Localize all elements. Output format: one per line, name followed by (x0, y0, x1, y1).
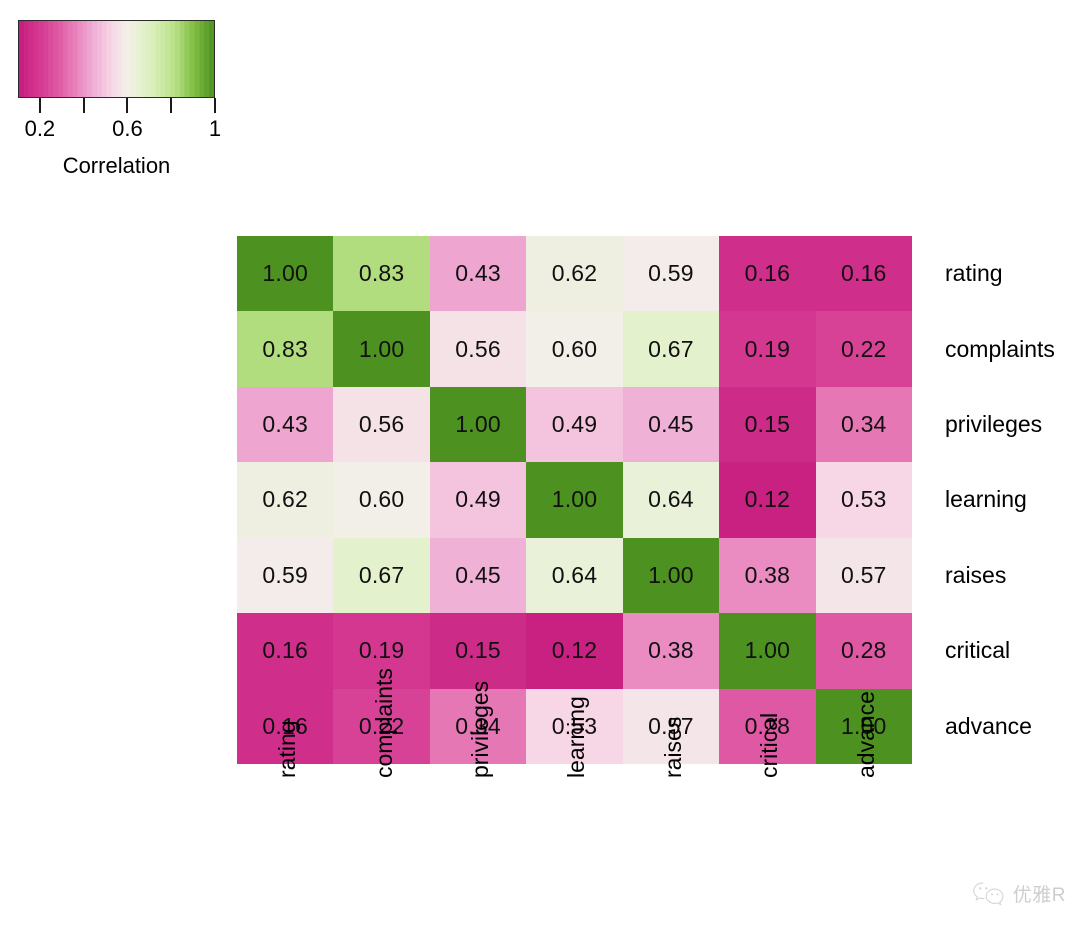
column-label-learning: learning (563, 696, 590, 778)
row-label-advance: advance (945, 712, 1032, 739)
heatmap-cell: 0.22 (815, 311, 912, 387)
heatmap-cell: 0.19 (719, 311, 816, 387)
heatmap-cell: 0.57 (815, 537, 912, 614)
row-label-complaints: complaints (945, 335, 1055, 362)
column-label-critical: critical (756, 712, 783, 778)
colorbar-axis (18, 98, 216, 116)
heatmap-cell: 1.00 (719, 613, 816, 689)
heatmap-cell: 0.59 (622, 236, 720, 312)
column-label-cell: rating (237, 720, 333, 892)
heatmap-cell: 0.56 (429, 311, 527, 387)
colorbar-legend: 0.2 0.6 1 Correlation (13, 20, 225, 180)
heatmap-row-labels: rating complaints privileges learning raises… (945, 236, 1080, 764)
heatmap-cell: 0.12 (526, 613, 623, 689)
column-label-cell: raises (623, 717, 719, 892)
heatmap-cell: 0.67 (622, 311, 720, 387)
heatmap-column-labels: rating complaints privileges learning raises… (237, 668, 912, 892)
column-label-privileges: privileges (467, 680, 494, 778)
heatmap-cell: 0.43 (237, 386, 334, 463)
heatmap-cell: 0.34 (815, 386, 912, 463)
row-label-privileges: privileges (945, 411, 1043, 438)
heatmap-cell: 1.00 (429, 386, 527, 463)
heatmap-cell: 0.64 (526, 537, 623, 614)
heatmap-cell: 0.67 (333, 537, 430, 614)
watermark-text: 优雅R (1012, 885, 1066, 906)
heatmap-cell: 0.62 (237, 462, 334, 538)
colorbar-swatch (18, 20, 215, 98)
heatmap-cell: 0.16 (815, 236, 912, 312)
colorbar-tick-label: 1 (208, 116, 222, 141)
column-label-rating: rating (274, 720, 301, 778)
heatmap-cell: 0.62 (526, 236, 623, 312)
column-label-cell: critical (719, 713, 815, 892)
colorbar-tick-label: 0.6 (112, 116, 143, 141)
heatmap-cell: 1.00 (237, 236, 334, 312)
colorbar-gradient (19, 21, 214, 97)
heatmap-cell: 0.43 (429, 236, 527, 312)
colorbar-tick-label: 0.2 (24, 116, 56, 141)
column-label-cell: privileges (430, 681, 526, 892)
heatmap-cell: 0.16 (237, 613, 334, 689)
row-label-learning: learning (945, 486, 1027, 513)
column-label-complaints: complaints (370, 668, 397, 778)
heatmap-cell: 1.00 (333, 311, 430, 387)
heatmap-cell: 0.45 (429, 537, 527, 614)
heatmap-cell: 0.15 (719, 386, 816, 463)
heatmap-cell: 0.60 (333, 462, 430, 538)
heatmap-cell: 0.60 (526, 311, 623, 387)
column-label-cell: advance (816, 691, 912, 892)
heatmap-cell: 0.49 (429, 462, 527, 538)
colorbar-tick (214, 98, 216, 113)
heatmap-cell: 0.49 (526, 386, 623, 463)
heatmap-cell: 0.28 (815, 613, 912, 689)
colorbar-tick-labels: 0.2 0.6 1 (18, 116, 222, 146)
heatmap-cell: 0.59 (237, 537, 334, 614)
heatmap-cell: 0.15 (429, 613, 527, 689)
heatmap-grid: 1.00 0.83 0.43 0.62 0.59 0.16 0.16 0.83 1.00 0.56… (237, 236, 912, 764)
heatmap-cell: 1.00 (622, 537, 720, 614)
colorbar-title: Correlation (62, 153, 171, 178)
row-label-raises: raises (945, 561, 1007, 588)
heatmap-cell: 0.83 (237, 311, 334, 387)
heatmap-plot: 1.00 0.83 0.43 0.62 0.59 0.16 0.16 0.83 1.00 0.56… (237, 236, 912, 764)
heatmap-cell: 1.00 (526, 462, 623, 538)
watermark: 优雅R (972, 880, 1066, 907)
colorbar-tick (82, 98, 85, 113)
row-label-rating: rating (945, 260, 1003, 287)
heatmap-cell: 0.16 (719, 236, 816, 312)
heatmap-cell: 0.83 (333, 236, 430, 312)
heatmap-cell: 0.53 (815, 462, 912, 538)
heatmap-cell: 0.64 (622, 462, 720, 538)
heatmap-cell: 0.38 (622, 613, 720, 689)
heatmap-cell: 0.38 (719, 537, 816, 614)
row-label-critical: critical (945, 637, 1011, 664)
column-label-raises: raises (659, 716, 686, 778)
colorbar-tick (38, 98, 41, 113)
column-label-advance: advance (852, 691, 879, 778)
wechat-icon (972, 881, 1004, 906)
column-label-cell: complaints (333, 668, 429, 892)
column-label-cell: learning (526, 696, 622, 892)
colorbar-tick (126, 98, 129, 113)
heatmap-cell: 0.45 (622, 386, 720, 463)
colorbar-tick (170, 98, 173, 113)
heatmap-cell: 0.56 (333, 386, 430, 463)
heatmap-cell: 0.12 (719, 462, 816, 538)
